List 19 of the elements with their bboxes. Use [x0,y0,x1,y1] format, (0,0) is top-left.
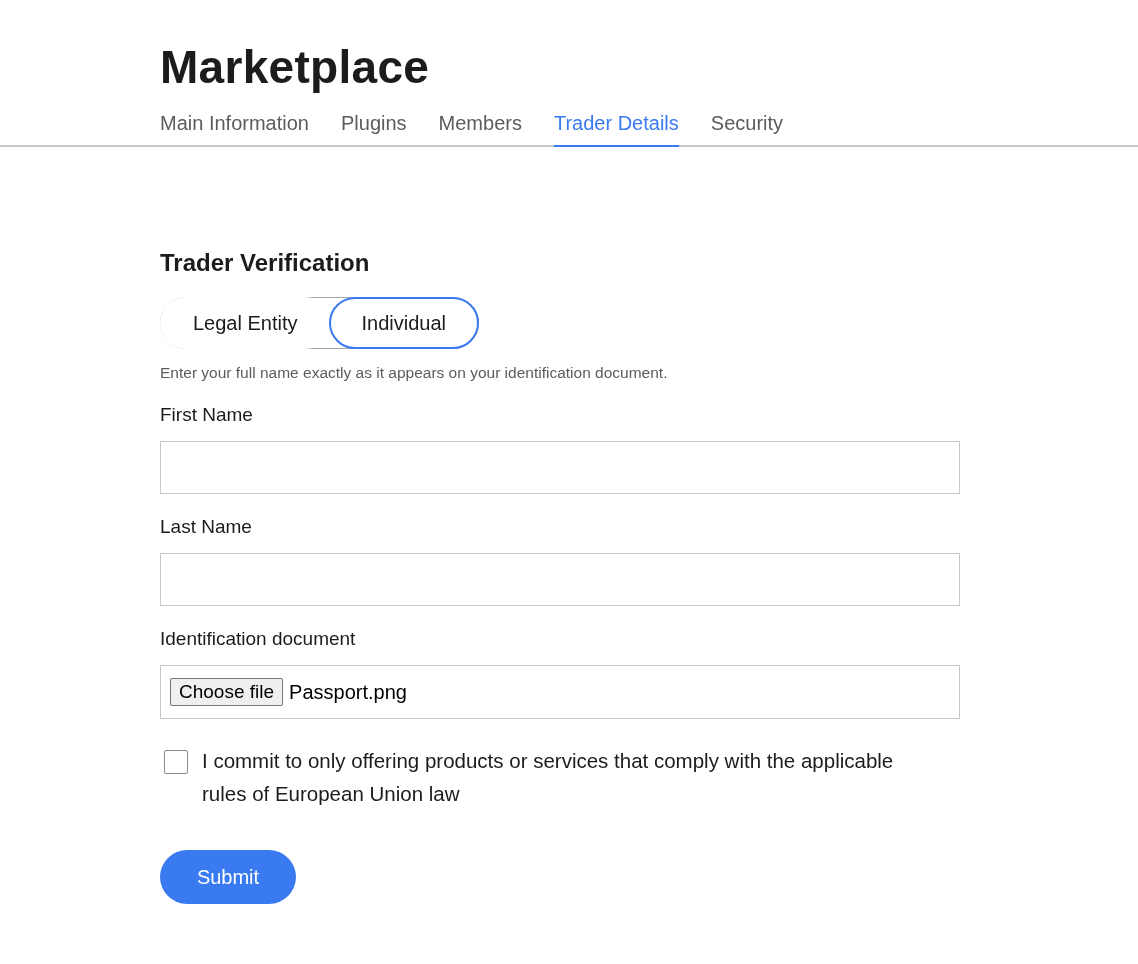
checkbox[interactable] [164,750,188,774]
tab[interactable]: Members [438,112,522,147]
hint-text: Enter your full name exactly as it appears on your identification document. [160,364,669,382]
input-field[interactable] [160,441,960,494]
submit-button[interactable]: Submit [160,850,296,904]
tab[interactable]: Trader Details [553,112,679,147]
tab[interactable]: Security [710,112,784,147]
segment-option[interactable]: Individual [328,297,480,349]
field-label: First Name [160,403,254,427]
section-heading: Trader Verification [160,248,371,278]
agreement-text: I commit to only offering products or services that comply with the applicable rules of European Union law [202,748,895,807]
input-field[interactable] [160,553,960,606]
tab[interactable]: Main Information [160,112,309,147]
file-name: Passport.png [289,680,407,704]
field-label: Identification document [160,627,357,651]
tab[interactable]: Plugins [340,112,407,147]
field-label: Last Name [160,515,253,539]
choose-file-button[interactable]: Choose file [170,678,284,706]
page-title: Marketplace [160,40,431,94]
